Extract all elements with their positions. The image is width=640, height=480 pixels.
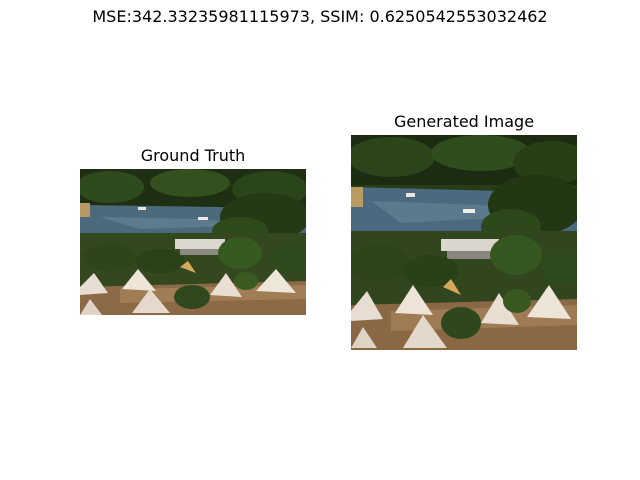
- generated-image: [351, 135, 577, 350]
- ground-truth-image: [80, 169, 306, 315]
- figure-suptitle: MSE:342.33235981115973, SSIM: 0.62505425…: [92, 7, 548, 26]
- ground-truth-title: Ground Truth: [140, 146, 246, 165]
- generated-image-title: Generated Image: [393, 112, 535, 131]
